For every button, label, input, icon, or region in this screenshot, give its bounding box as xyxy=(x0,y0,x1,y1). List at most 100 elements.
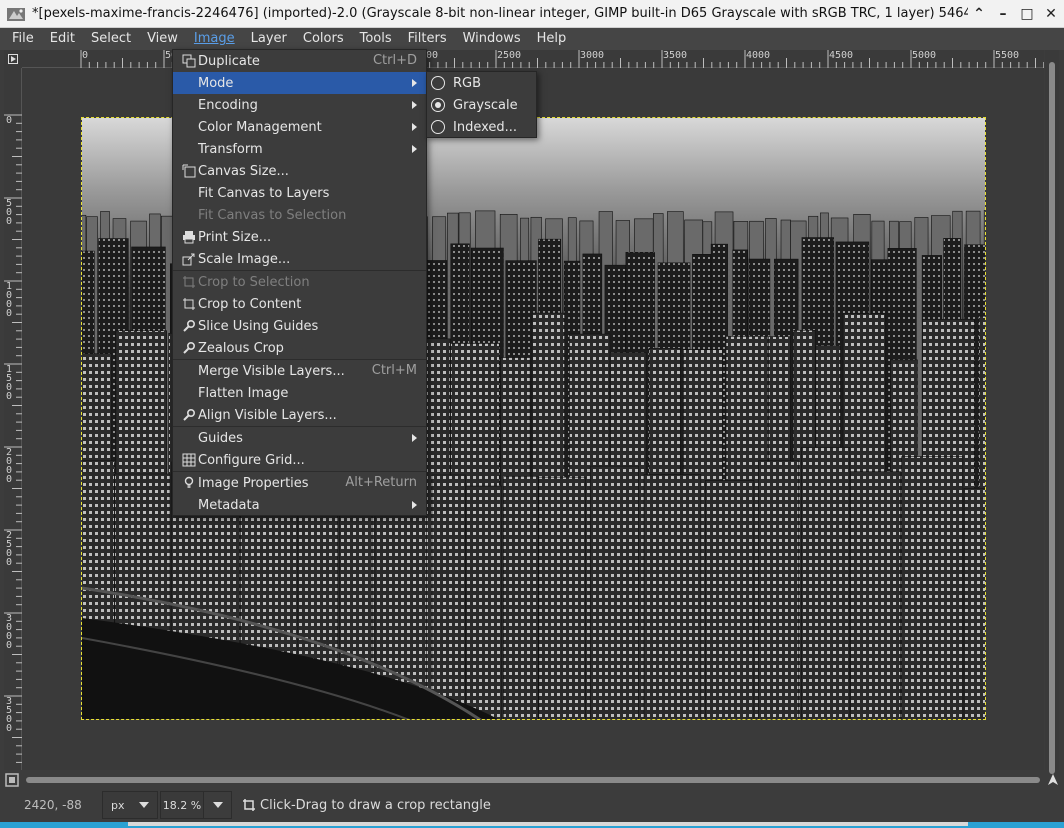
menu-item-label: Metadata xyxy=(198,497,260,513)
menu-item-fit-canvas-selection: Fit Canvas to Selection xyxy=(173,204,426,226)
menu-item-label: Slice Using Guides xyxy=(198,318,319,334)
submenu-arrow-icon xyxy=(412,145,417,153)
menu-item-label: Crop to Selection xyxy=(198,274,310,290)
menu-item-label: Crop to Content xyxy=(198,296,302,312)
menu-item-fit-canvas-layers[interactable]: Fit Canvas to Layers xyxy=(173,182,426,204)
menu-item-label: Fit Canvas to Layers xyxy=(198,185,330,201)
menu-item-color-management[interactable]: Color Management xyxy=(173,116,426,138)
menu-tools[interactable]: Tools xyxy=(352,28,400,50)
menu-item-shortcut: Ctrl+M xyxy=(371,363,417,378)
menu-item-duplicate[interactable]: Duplicate Ctrl+D xyxy=(173,50,426,72)
menu-item-label: Merge Visible Layers... xyxy=(198,363,345,379)
pointer-coordinates: 2420, -88 xyxy=(24,798,82,812)
minimize-button[interactable]: – xyxy=(992,3,1014,25)
horizontal-scroll-thumb[interactable] xyxy=(26,777,1040,783)
menu-item-mode[interactable]: Mode xyxy=(173,72,426,94)
mode-grayscale[interactable]: Grayscale xyxy=(427,94,536,116)
menu-item-canvas-size[interactable]: Canvas Size... xyxy=(173,160,426,182)
menu-item-metadata[interactable]: Metadata xyxy=(173,494,426,516)
close-button[interactable]: ✕ xyxy=(1040,3,1062,25)
menu-image[interactable]: Image xyxy=(186,28,243,50)
menu-select[interactable]: Select xyxy=(83,28,139,50)
menu-colors[interactable]: Colors xyxy=(295,28,352,50)
vertical-scroll-thumb[interactable] xyxy=(1049,62,1055,774)
menu-item-label: Canvas Size... xyxy=(198,163,289,179)
navigate-icon[interactable] xyxy=(1046,772,1060,788)
horizontal-scrollbar[interactable] xyxy=(22,774,1044,786)
duplicate-icon xyxy=(181,53,197,69)
menu-item-crop-content[interactable]: Crop to Content xyxy=(173,293,426,315)
menu-item-zealous-crop[interactable]: Zealous Crop xyxy=(173,337,426,359)
menu-item-encoding[interactable]: Encoding xyxy=(173,94,426,116)
maximize-button[interactable]: □ xyxy=(1016,3,1038,25)
mode-indexed[interactable]: Indexed... xyxy=(427,116,536,138)
menu-item-print-size[interactable]: Print Size... xyxy=(173,226,426,248)
menu-image-label: Image xyxy=(193,31,235,46)
menu-item-shortcut: Ctrl+D xyxy=(372,53,417,68)
submenu-arrow-icon xyxy=(412,434,417,442)
zoom-value: 18.2 % xyxy=(162,798,202,812)
ruler-tick-label: 500 xyxy=(6,198,13,227)
info-bulb-icon xyxy=(181,475,197,491)
chevron-down-icon xyxy=(212,802,223,808)
image-menu: Duplicate Ctrl+D Mode Encoding Color Man… xyxy=(172,49,427,516)
menu-item-crop-selection: Crop to Selection xyxy=(173,271,426,293)
menu-item-label: Guides xyxy=(198,430,243,446)
menu-windows[interactable]: Windows xyxy=(455,28,529,50)
submenu-arrow-icon xyxy=(412,101,417,109)
submenu-arrow-icon xyxy=(412,501,417,509)
vertical-ruler[interactable]: 0 500 1000 1500 2000 2500 3000 3500 xyxy=(4,68,22,770)
zoom-field[interactable]: 18.2 % xyxy=(160,791,204,819)
menu-item-label: Duplicate xyxy=(198,53,260,69)
menu-item-configure-grid[interactable]: Configure Grid... xyxy=(173,449,426,471)
menu-help[interactable]: Help xyxy=(529,28,575,50)
menu-item-transform[interactable]: Transform xyxy=(173,138,426,160)
menu-file[interactable]: File xyxy=(4,28,42,50)
menu-item-label: Scale Image... xyxy=(198,251,291,267)
menu-item-label: Image Properties xyxy=(198,475,309,491)
ruler-tick-label: 2500 xyxy=(497,50,522,61)
radio-selected-icon xyxy=(431,98,445,112)
canvas-size-icon xyxy=(181,163,197,179)
radio-icon xyxy=(431,76,445,90)
menu-item-scale-image[interactable]: Scale Image... xyxy=(173,248,426,270)
quick-mask-toggle[interactable] xyxy=(4,50,22,68)
zoom-image-icon[interactable] xyxy=(4,772,20,788)
menu-item-align-visible[interactable]: Align Visible Layers... xyxy=(173,404,426,426)
grid-icon xyxy=(181,452,197,468)
taskbar-item xyxy=(128,822,968,826)
ruler-tick-label: 5000 xyxy=(912,50,937,61)
menu-item-flatten[interactable]: Flatten Image xyxy=(173,382,426,404)
status-bar: 2420, -88 px 18.2 % Click-Drag to draw a… xyxy=(0,788,1064,822)
crop-icon xyxy=(181,274,197,290)
menu-layer[interactable]: Layer xyxy=(243,28,295,50)
menu-filters[interactable]: Filters xyxy=(400,28,455,50)
plugin-gear-icon xyxy=(181,340,197,356)
status-message-text: Click-Drag to draw a crop rectangle xyxy=(260,797,491,813)
gimp-app-icon xyxy=(7,7,25,21)
unit-value: px xyxy=(111,798,125,812)
vertical-scrollbar[interactable] xyxy=(1045,50,1059,774)
window-title: *[pexels-maxime-francis-2246476] (import… xyxy=(32,6,968,21)
radio-icon xyxy=(431,120,445,134)
unit-selector[interactable]: px xyxy=(102,791,158,819)
menu-bar: File Edit Select View Image Layer Colors… xyxy=(0,28,1064,50)
menu-item-label: Color Management xyxy=(198,119,322,135)
status-message: Click-Drag to draw a crop rectangle xyxy=(242,798,491,813)
menu-item-guides[interactable]: Guides xyxy=(173,427,426,449)
mode-rgb-label: RGB xyxy=(453,75,482,91)
ruler-tick-label: 1000 xyxy=(6,281,13,319)
menu-item-merge-visible[interactable]: Merge Visible Layers... Ctrl+M xyxy=(173,360,426,382)
zoom-dropdown-button[interactable] xyxy=(204,791,232,819)
mode-grayscale-label: Grayscale xyxy=(453,97,518,113)
menu-item-label: Configure Grid... xyxy=(198,452,305,468)
plugin-gear-icon xyxy=(181,318,197,334)
menu-edit[interactable]: Edit xyxy=(42,28,83,50)
shade-button[interactable]: ⌃ xyxy=(968,3,990,25)
menu-view[interactable]: View xyxy=(139,28,186,50)
menu-item-slice-guides[interactable]: Slice Using Guides xyxy=(173,315,426,337)
menu-item-image-properties[interactable]: Image Properties Alt+Return xyxy=(173,472,426,494)
chevron-down-icon xyxy=(139,802,149,808)
ruler-tick-label: 2000 xyxy=(6,447,13,485)
mode-rgb[interactable]: RGB xyxy=(427,72,536,94)
